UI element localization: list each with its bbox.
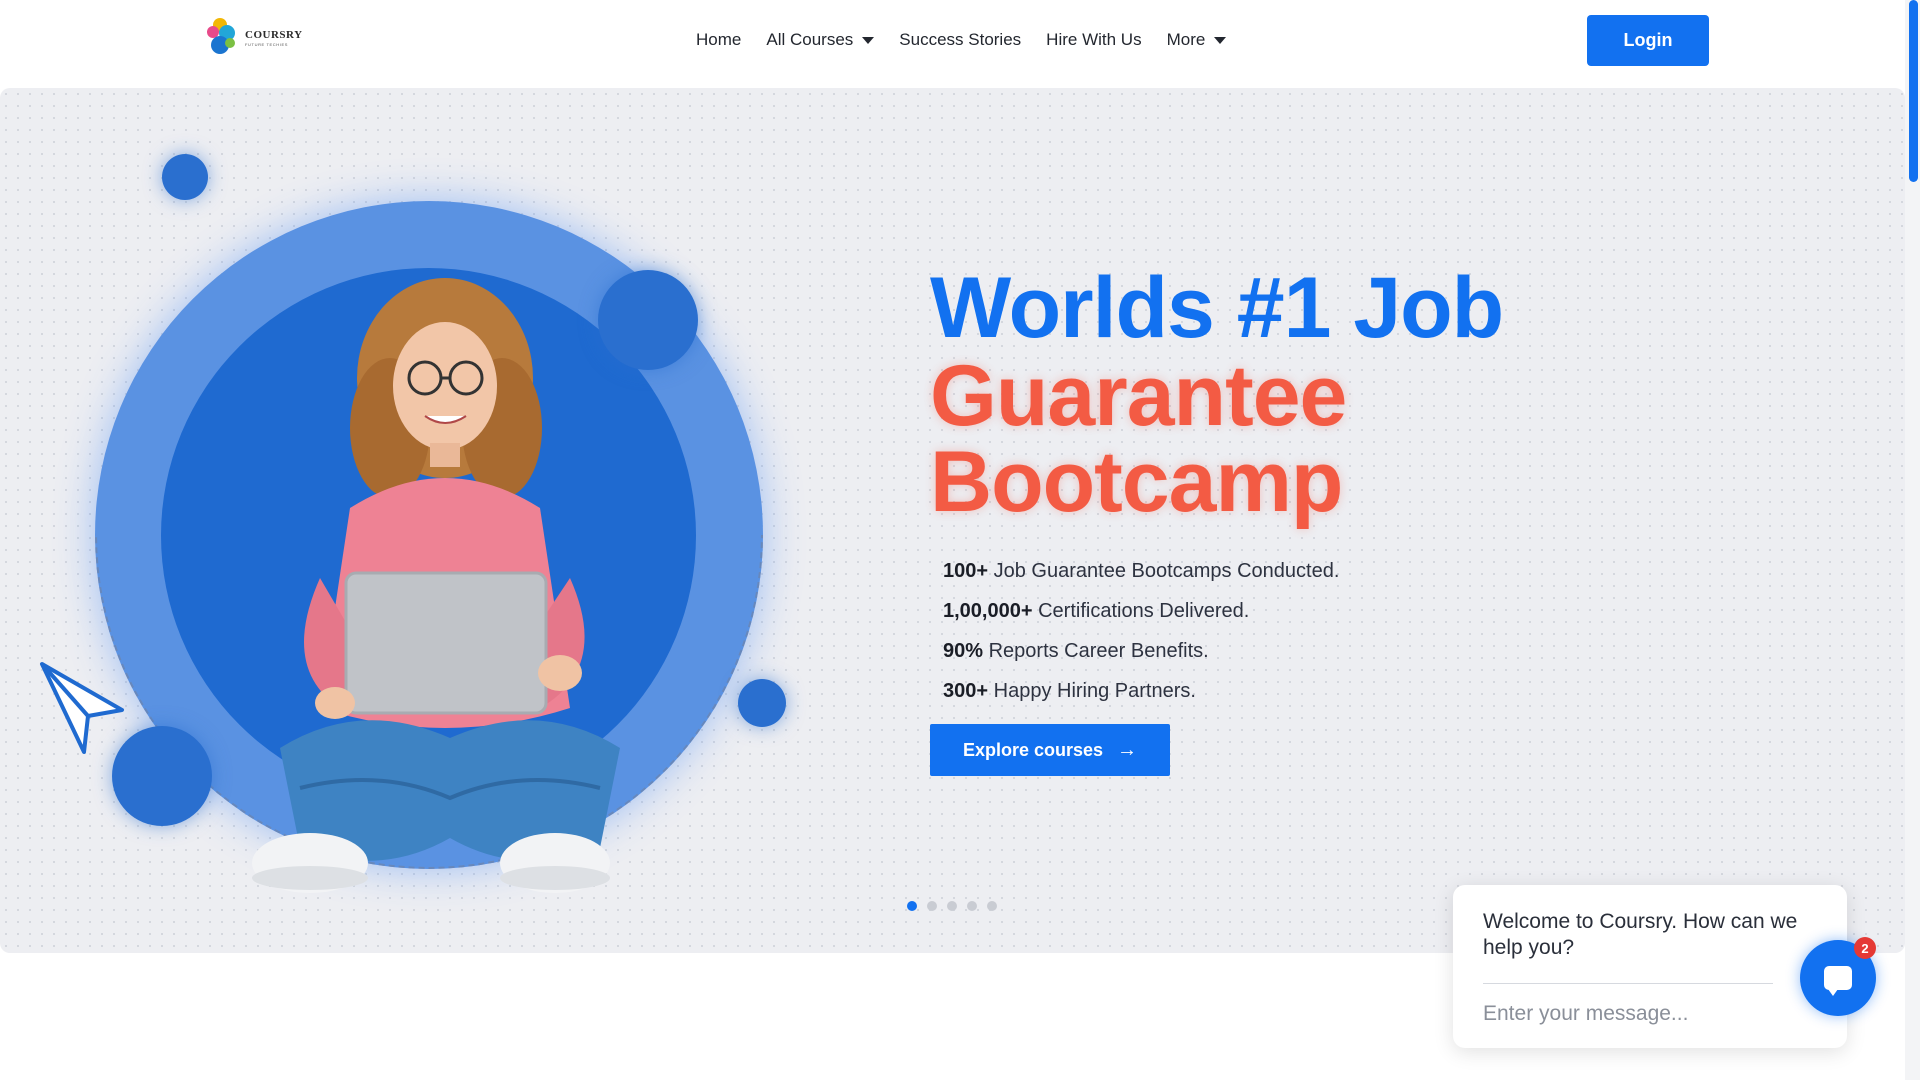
hero-headline-blue: Worlds #1 Job [930,260,1504,356]
chat-bubble-icon [1824,966,1852,996]
nav-item-label: More [1166,30,1206,49]
decor-dot [162,154,208,200]
nav-item-all-courses[interactable]: All Courses [766,30,875,50]
caret-down-icon [1214,36,1227,44]
nav-item-success-stories[interactable]: Success Stories [899,30,1021,50]
site-header: COURSRY FUTURE TECHIES Home All Courses … [0,0,1905,88]
carousel-dot-1[interactable] [907,901,917,911]
logo-head-icon [205,16,241,60]
carousel-dot-2[interactable] [927,901,937,911]
carousel-dot-5[interactable] [987,901,997,911]
chat-unread-badge: 2 [1854,937,1876,959]
chat-popup: Welcome to Coursry. How can we help you? [1453,885,1847,1048]
hero-headline-orange-1: Guarantee [930,348,1347,444]
main-nav: Home All Courses Success Stories Hire Wi… [696,30,1251,50]
carousel-pagination [907,901,997,911]
stat-item: 100+ Job Guarantee Bootcamps Conducted. [943,551,1503,591]
chat-divider [1483,983,1773,984]
nav-item-home[interactable]: Home [696,30,741,50]
hero-illustration [0,88,840,953]
stat-item: 1,00,000+ Certifications Delivered. [943,591,1503,631]
stat-value: 300+ [943,680,989,702]
paper-plane-icon [40,662,124,754]
hero-copy: Worlds #1 Job Guarantee Bootcamp 100+ Jo… [930,260,1504,711]
chat-message-input[interactable] [1483,997,1773,1031]
stat-value: 100+ [943,560,989,582]
stat-text: Happy Hiring Partners. [993,680,1196,702]
student-with-laptop-image [252,278,620,893]
carousel-dot-4[interactable] [967,901,977,911]
caret-down-icon [862,36,875,44]
brand-name: COURSRY [245,28,303,41]
arrow-right-icon: → [1117,738,1138,761]
stat-text: Reports Career Benefits. [988,640,1209,662]
nav-item-hire-with-us[interactable]: Hire With Us [1046,30,1141,50]
stat-item: 90% Reports Career Benefits. [943,631,1503,671]
brand-logo[interactable]: COURSRY FUTURE TECHIES [205,16,303,60]
carousel-dot-3[interactable] [947,901,957,911]
chat-welcome-message: Welcome to Coursry. How can we help you? [1483,910,1798,959]
explore-courses-button[interactable]: Explore courses → [930,724,1170,776]
brand-tagline: FUTURE TECHIES [245,41,288,47]
stat-value: 90% [943,640,984,662]
nav-item-label: Hire With Us [1046,30,1142,49]
explore-courses-label: Explore courses [962,739,1104,760]
hero-stats: 100+ Job Guarantee Bootcamps Conducted. … [943,551,1503,711]
nav-item-more[interactable]: More [1167,30,1227,50]
page-scrollbar[interactable] [1905,0,1920,1080]
stat-text: Certifications Delivered. [1038,600,1250,622]
nav-item-label: Success Stories [899,30,1022,49]
login-button[interactable]: Login [1587,15,1709,66]
stat-value: 1,00,000+ [943,600,1033,622]
hero-headline-orange-2: Bootcamp [930,434,1343,530]
decor-dot [738,679,786,727]
nav-item-label: All Courses [766,30,854,49]
stat-item: 300+ Happy Hiring Partners. [943,671,1503,711]
scrollbar-thumb[interactable] [1909,0,1918,182]
hero-banner: Worlds #1 Job Guarantee Bootcamp 100+ Jo… [0,88,1905,953]
stat-text: Job Guarantee Bootcamps Conducted. [993,560,1340,582]
nav-item-label: Home [696,30,742,49]
